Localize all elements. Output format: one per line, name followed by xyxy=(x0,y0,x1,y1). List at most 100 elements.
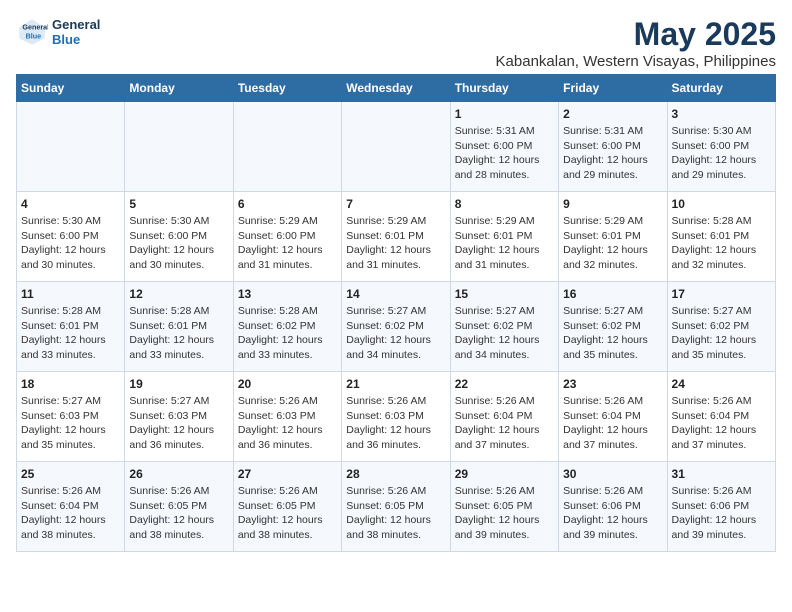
calendar-cell: 16 Sunrise: 5:27 AMSunset: 6:02 PMDayligh… xyxy=(559,282,667,372)
header-monday: Monday xyxy=(125,75,233,102)
cell-info: Sunrise: 5:27 AMSunset: 6:02 PMDaylight:… xyxy=(672,304,771,363)
day-number: 23 xyxy=(563,377,662,391)
calendar-cell: 3Sunrise: 5:30 AMSunset: 6:00 PMDaylight… xyxy=(667,102,775,192)
cell-info: Sunrise: 5:26 AMSunset: 6:05 PMDaylight:… xyxy=(455,484,554,543)
subtitle: Kabankalan, Western Visayas, Philippines xyxy=(496,53,776,70)
cell-info: Sunrise: 5:26 AMSunset: 6:05 PMDaylight:… xyxy=(346,484,445,543)
cell-info: Sunrise: 5:26 AMSunset: 6:06 PMDaylight:… xyxy=(563,484,662,543)
main-title: May 2025 xyxy=(496,16,776,53)
calendar-cell: 18Sunrise: 5:27 AMSunset: 6:03 PMDayligh… xyxy=(17,372,125,462)
calendar-cell: 14 Sunrise: 5:27 AMSunset: 6:02 PMDayligh… xyxy=(342,282,450,372)
header-tuesday: Tuesday xyxy=(233,75,341,102)
calendar-cell: 23Sunrise: 5:26 AMSunset: 6:04 PMDayligh… xyxy=(559,372,667,462)
cell-info: Sunrise: 5:30 AMSunset: 6:00 PMDaylight:… xyxy=(21,214,120,273)
cell-info: Sunrise: 5:27 AMSunset: 6:03 PMDaylight:… xyxy=(129,394,228,453)
day-number: 25 xyxy=(21,467,120,481)
calendar-body: 1 Sunrise: 5:31 AMSunset: 6:00 PMDaylight… xyxy=(17,102,776,552)
cell-info: Sunrise: 5:27 AMSunset: 6:02 PMDaylight:… xyxy=(563,304,662,363)
calendar-cell xyxy=(342,102,450,192)
day-number: 26 xyxy=(129,467,228,481)
week-row-4: 18 Sunrise: 5:27 AMSunset: 6:03 PMDayligh… xyxy=(17,372,776,462)
cell-info: Sunrise: 5:29 AMSunset: 6:01 PMDaylight:… xyxy=(455,214,554,273)
logo-icon: General Blue xyxy=(16,16,48,48)
cell-info: Sunrise: 5:28 AMSunset: 6:01 PMDaylight:… xyxy=(21,304,120,363)
calendar-cell: 10 Sunrise: 5:28 AMSunset: 6:01 PMDayligh… xyxy=(667,192,775,282)
calendar-table: SundayMondayTuesdayWednesdayThursdayFrid… xyxy=(16,74,776,552)
calendar-cell: 28 Sunrise: 5:26 AMSunset: 6:05 PMDayligh… xyxy=(342,462,450,552)
day-number: 6 xyxy=(238,197,337,211)
logo: General Blue General Blue xyxy=(16,16,100,48)
calendar-cell: 29Sunrise: 5:26 AMSunset: 6:05 PMDayligh… xyxy=(450,462,558,552)
calendar-cell: 8 Sunrise: 5:29 AMSunset: 6:01 PMDaylight… xyxy=(450,192,558,282)
calendar-cell: 13Sunrise: 5:28 AMSunset: 6:02 PMDayligh… xyxy=(233,282,341,372)
day-number: 19 xyxy=(129,377,228,391)
logo-line2: Blue xyxy=(52,32,100,47)
day-number: 10 xyxy=(672,197,771,211)
day-number: 7 xyxy=(346,197,445,211)
calendar-cell: 30Sunrise: 5:26 AMSunset: 6:06 PMDayligh… xyxy=(559,462,667,552)
day-number: 21 xyxy=(346,377,445,391)
calendar-cell: 9Sunrise: 5:29 AMSunset: 6:01 PMDaylight… xyxy=(559,192,667,282)
calendar-cell: 19 Sunrise: 5:27 AMSunset: 6:03 PMDayligh… xyxy=(125,372,233,462)
calendar-cell: 5 Sunrise: 5:30 AMSunset: 6:00 PMDaylight… xyxy=(125,192,233,282)
cell-info: Sunrise: 5:30 AMSunset: 6:00 PMDaylight:… xyxy=(129,214,228,273)
cell-info: Sunrise: 5:26 AMSunset: 6:04 PMDaylight:… xyxy=(672,394,771,453)
day-number: 9 xyxy=(563,197,662,211)
svg-text:Blue: Blue xyxy=(26,31,42,40)
header-sunday: Sunday xyxy=(17,75,125,102)
cell-info: Sunrise: 5:28 AMSunset: 6:02 PMDaylight:… xyxy=(238,304,337,363)
calendar-cell: 11Sunrise: 5:28 AMSunset: 6:01 PMDayligh… xyxy=(17,282,125,372)
week-row-3: 11Sunrise: 5:28 AMSunset: 6:01 PMDayligh… xyxy=(17,282,776,372)
calendar-cell: 26 Sunrise: 5:26 AMSunset: 6:05 PMDayligh… xyxy=(125,462,233,552)
cell-info: Sunrise: 5:26 AMSunset: 6:03 PMDaylight:… xyxy=(346,394,445,453)
day-number: 18 xyxy=(21,377,120,391)
cell-info: Sunrise: 5:28 AMSunset: 6:01 PMDaylight:… xyxy=(672,214,771,273)
week-row-5: 25Sunrise: 5:26 AMSunset: 6:04 PMDayligh… xyxy=(17,462,776,552)
day-number: 8 xyxy=(455,197,554,211)
svg-text:General: General xyxy=(22,23,48,32)
calendar-cell: 12Sunrise: 5:28 AMSunset: 6:01 PMDayligh… xyxy=(125,282,233,372)
calendar-cell: 6 Sunrise: 5:29 AMSunset: 6:00 PMDaylight… xyxy=(233,192,341,282)
calendar-cell: 27 Sunrise: 5:26 AMSunset: 6:05 PMDayligh… xyxy=(233,462,341,552)
day-number: 1 xyxy=(455,107,554,121)
header-thursday: Thursday xyxy=(450,75,558,102)
calendar-cell: 2 Sunrise: 5:31 AMSunset: 6:00 PMDaylight… xyxy=(559,102,667,192)
day-number: 4 xyxy=(21,197,120,211)
week-row-2: 4 Sunrise: 5:30 AMSunset: 6:00 PMDaylight… xyxy=(17,192,776,282)
day-number: 28 xyxy=(346,467,445,481)
day-number: 16 xyxy=(563,287,662,301)
calendar-cell: 15Sunrise: 5:27 AMSunset: 6:02 PMDayligh… xyxy=(450,282,558,372)
cell-info: Sunrise: 5:26 AMSunset: 6:05 PMDaylight:… xyxy=(238,484,337,543)
header-wednesday: Wednesday xyxy=(342,75,450,102)
calendar-cell: 22Sunrise: 5:26 AMSunset: 6:04 PMDayligh… xyxy=(450,372,558,462)
calendar-cell: 31Sunrise: 5:26 AMSunset: 6:06 PMDayligh… xyxy=(667,462,775,552)
header-row: SundayMondayTuesdayWednesdayThursdayFrid… xyxy=(17,75,776,102)
day-number: 27 xyxy=(238,467,337,481)
calendar-cell xyxy=(17,102,125,192)
day-number: 17 xyxy=(672,287,771,301)
header-friday: Friday xyxy=(559,75,667,102)
calendar-cell xyxy=(233,102,341,192)
cell-info: Sunrise: 5:29 AMSunset: 6:00 PMDaylight:… xyxy=(238,214,337,273)
logo-line1: General xyxy=(52,17,100,32)
day-number: 20 xyxy=(238,377,337,391)
cell-info: Sunrise: 5:26 AMSunset: 6:03 PMDaylight:… xyxy=(238,394,337,453)
cell-info: Sunrise: 5:26 AMSunset: 6:06 PMDaylight:… xyxy=(672,484,771,543)
cell-info: Sunrise: 5:29 AMSunset: 6:01 PMDaylight:… xyxy=(346,214,445,273)
cell-info: Sunrise: 5:31 AMSunset: 6:00 PMDaylight:… xyxy=(563,124,662,183)
cell-info: Sunrise: 5:28 AMSunset: 6:01 PMDaylight:… xyxy=(129,304,228,363)
calendar-cell: 20 Sunrise: 5:26 AMSunset: 6:03 PMDayligh… xyxy=(233,372,341,462)
cell-info: Sunrise: 5:27 AMSunset: 6:02 PMDaylight:… xyxy=(346,304,445,363)
calendar-cell: 1 Sunrise: 5:31 AMSunset: 6:00 PMDaylight… xyxy=(450,102,558,192)
day-number: 2 xyxy=(563,107,662,121)
day-number: 5 xyxy=(129,197,228,211)
day-number: 14 xyxy=(346,287,445,301)
page-header: General Blue General Blue May 2025 Kaban… xyxy=(16,16,776,70)
day-number: 24 xyxy=(672,377,771,391)
week-row-1: 1 Sunrise: 5:31 AMSunset: 6:00 PMDaylight… xyxy=(17,102,776,192)
calendar-cell: 7 Sunrise: 5:29 AMSunset: 6:01 PMDaylight… xyxy=(342,192,450,282)
day-number: 22 xyxy=(455,377,554,391)
title-area: May 2025 Kabankalan, Western Visayas, Ph… xyxy=(496,16,776,70)
cell-info: Sunrise: 5:26 AMSunset: 6:05 PMDaylight:… xyxy=(129,484,228,543)
cell-info: Sunrise: 5:31 AMSunset: 6:00 PMDaylight:… xyxy=(455,124,554,183)
